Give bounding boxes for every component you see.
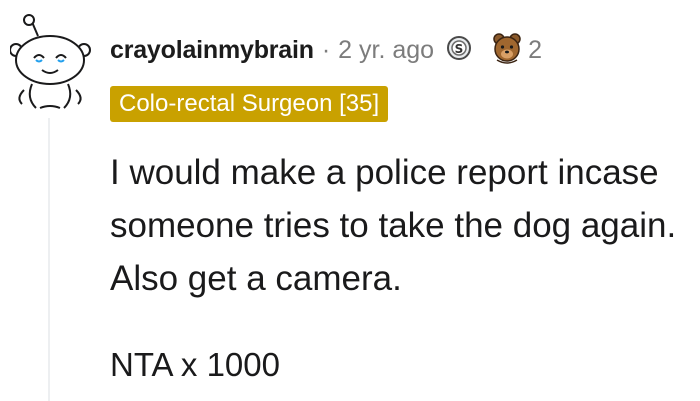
svg-text:S: S — [455, 42, 464, 56]
comment: crayolainmybrain · 2 yr. ago S 2 Colo-re… — [0, 0, 700, 401]
comment-body: I would make a police report incase some… — [110, 146, 700, 305]
thread-collapse-line[interactable] — [48, 118, 50, 401]
user-flair: Colo-rectal Surgeon [35] — [110, 86, 389, 122]
user-avatar[interactable] — [9, 14, 92, 110]
bear-award-icon[interactable] — [492, 32, 522, 69]
comment-paragraph: NTA x 1000 — [110, 346, 280, 383]
username-link[interactable]: crayolainmybrain — [110, 36, 314, 65]
snoo-avatar-icon — [9, 14, 91, 109]
award-count: 2 — [528, 35, 542, 64]
comment-timestamp[interactable]: 2 yr. ago — [338, 36, 434, 65]
silver-award-icon[interactable]: S — [446, 34, 472, 67]
comment-paragraph: I would make a police report incase some… — [110, 153, 677, 298]
comment-meta: crayolainmybrain · 2 yr. ago S 2 — [110, 30, 542, 70]
meta-separator: · — [321, 35, 331, 64]
